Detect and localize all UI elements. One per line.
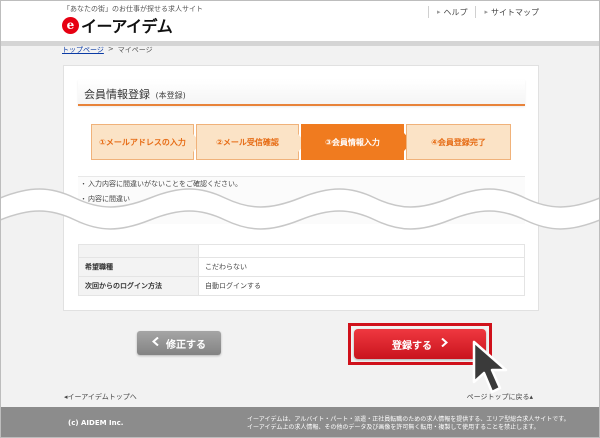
page-top-link[interactable]: ページトップに戻る▴ (467, 392, 533, 402)
mouse-cursor-icon (472, 340, 508, 394)
step-member-info: ③会員情報入力 (301, 124, 412, 160)
row-label: 次回からのログイン方法 (78, 276, 199, 296)
table-row: 次回からのログイン方法 自動ログインする (78, 276, 525, 296)
footer-note-line: イーアイデム上の求人情報、その他のデータ及び画像を許可無く転用・複製して使用する… (247, 424, 540, 431)
progress-steps: ①メールアドレスの入力 ②メール受信確認 ③会員情報入力 ④会員登録完了 (91, 124, 511, 160)
page-title-text: 会員情報登録 (84, 88, 150, 101)
footer-links: ◂イーアイデムトップへ ページトップに戻る▴ (0, 392, 600, 406)
site-header: 「あなたの街」のお仕事が探せる求人サイト e イーアイデム ▸ ヘルプ ▸ サイ… (0, 0, 600, 41)
logo-text: イーアイデム (81, 17, 173, 36)
chevron-right-icon (440, 337, 449, 350)
sitemap-link[interactable]: ▸ サイトマップ (475, 6, 547, 18)
chevron-left-icon (151, 336, 160, 349)
edit-button-label: 修正する (166, 339, 206, 351)
triangle-right-icon: ▸ (436, 8, 441, 16)
breadcrumb-home-link[interactable]: トップページ (62, 45, 104, 55)
footer-note: イーアイデムは、アルバイト・パート・派遣・正社員転職のための求人情報を提供する、… (247, 416, 570, 432)
table-row: 希望職種 こだわらない (78, 257, 525, 277)
logo-mark-icon: e (62, 16, 79, 34)
breadcrumb: トップページ > マイページ (62, 45, 153, 55)
eaidem-top-link[interactable]: ◂イーアイデムトップへ (64, 392, 137, 402)
site-footer: (c) AIDEM Inc. イーアイデムは、アルバイト・パート・派遣・正社員転… (0, 407, 600, 438)
help-link[interactable]: ▸ ヘルプ (427, 6, 476, 18)
table-row (78, 244, 525, 258)
page-title-box: 会員情報登録 (本登録) (78, 80, 525, 106)
copyright: (c) AIDEM Inc. (68, 419, 124, 427)
triangle-right-icon: ▸ (484, 8, 488, 16)
wave-divider (0, 188, 600, 230)
step-label: ②メール受信確認 (216, 137, 279, 147)
edit-button[interactable]: 修正する (137, 331, 221, 355)
page-title: 会員情報登録 (本登録) (84, 86, 186, 102)
help-link-label: ヘルプ (443, 7, 468, 17)
step-registration-complete: ④会員登録完了 (406, 124, 511, 160)
row-value: 自動ログインする (198, 276, 525, 296)
register-button[interactable]: 登録する (354, 329, 486, 359)
page-title-note: (本登録) (155, 91, 186, 100)
step-email-confirm: ②メール受信確認 (196, 124, 306, 160)
site-logo[interactable]: e イーアイデム (62, 14, 173, 36)
row-label: 希望職種 (78, 257, 199, 277)
breadcrumb-current: マイページ (117, 46, 153, 54)
member-info-table: 希望職種 こだわらない 次回からのログイン方法 自動ログインする (78, 244, 525, 296)
step-label: ④会員登録完了 (431, 137, 486, 147)
breadcrumb-separator: > (107, 45, 114, 53)
header-links: ▸ ヘルプ ▸ サイトマップ (427, 6, 547, 18)
footer-note-line: イーアイデムは、アルバイト・パート・派遣・正社員転職のための求人情報を提供する、… (247, 416, 570, 423)
step-label: ①メールアドレスの入力 (99, 137, 186, 147)
sitemap-link-label: サイトマップ (491, 7, 539, 17)
step-email-input: ①メールアドレスの入力 (91, 124, 201, 160)
register-button-label: 登録する (392, 340, 432, 352)
step-label: ③会員情報入力 (325, 137, 380, 147)
row-value: こだわらない (198, 257, 525, 277)
